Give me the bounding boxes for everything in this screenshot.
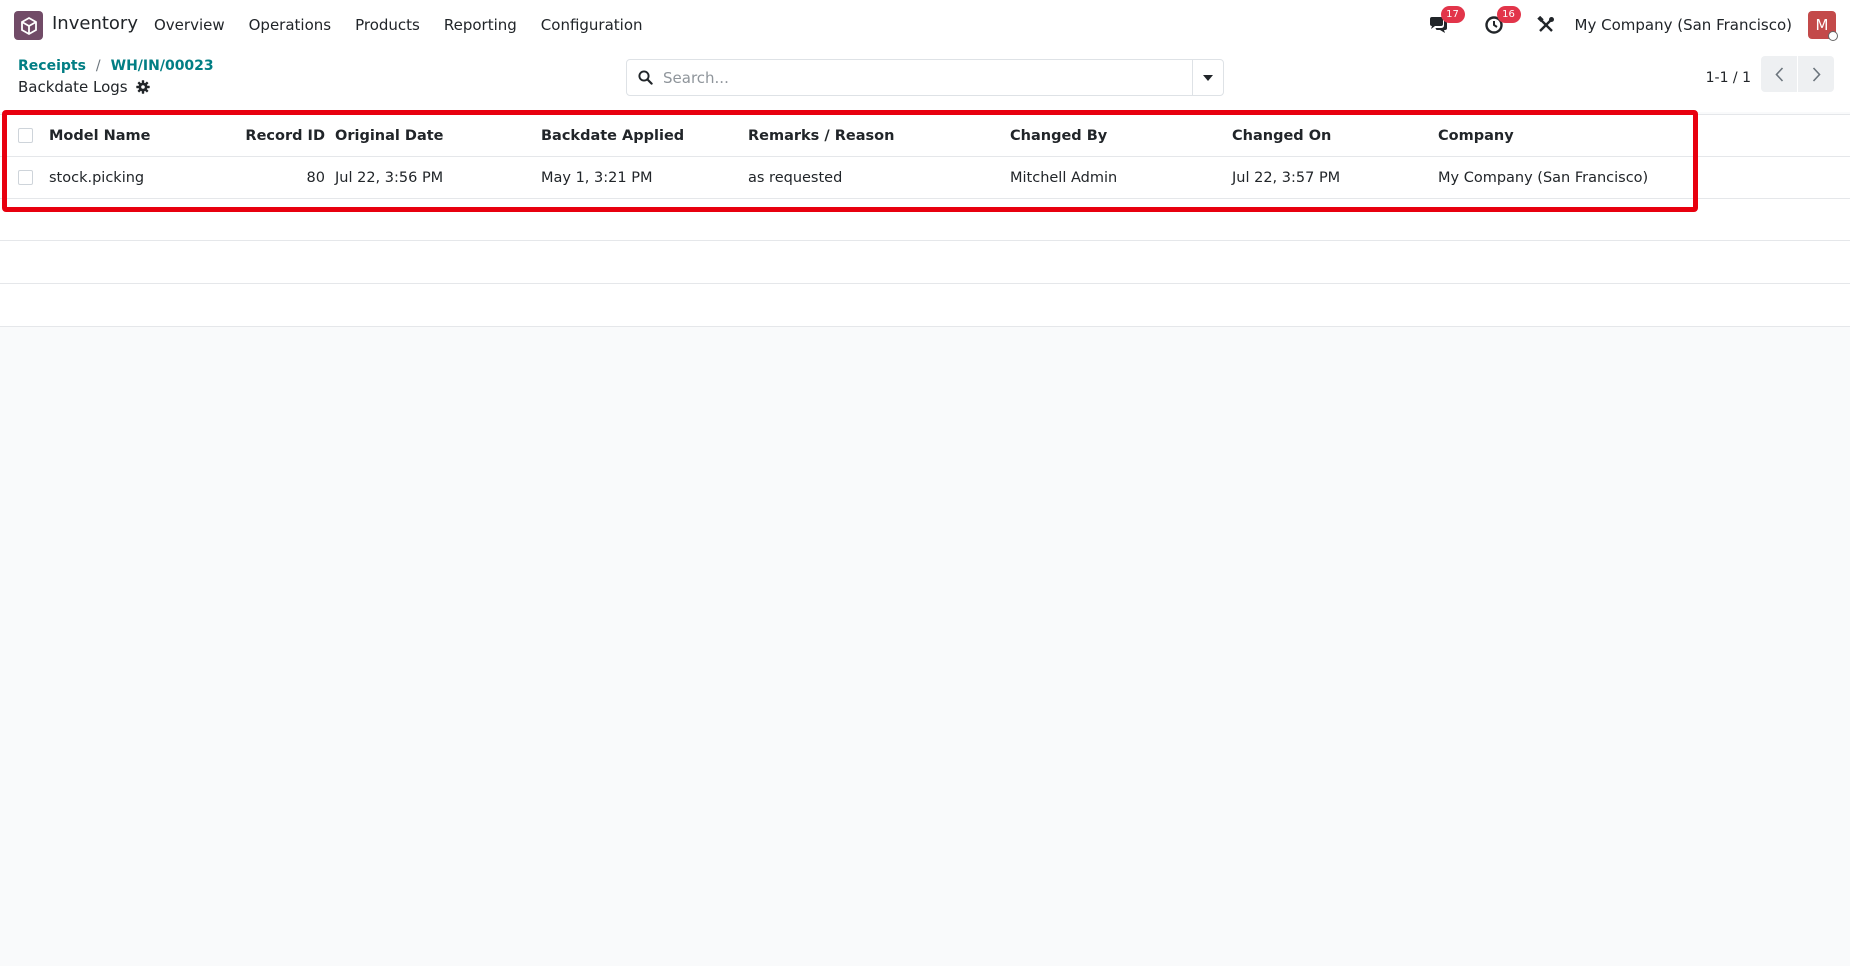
caret-down-icon — [1203, 74, 1213, 81]
select-all-cell — [18, 115, 33, 156]
select-all-checkbox[interactable] — [18, 128, 33, 143]
cell-changed-by: Mitchell Admin — [1010, 169, 1118, 186]
cell-model-name: stock.picking — [49, 169, 145, 186]
breadcrumb: Receipts / WH/IN/00023 — [18, 58, 214, 74]
menu-item-operations[interactable]: Operations — [249, 16, 331, 34]
cell-record-id: 80 — [306, 169, 325, 186]
empty-row — [0, 284, 1850, 327]
empty-row — [0, 199, 1850, 241]
debug-tools-tray[interactable] — [1535, 14, 1557, 36]
pager: 1-1 / 1 — [1706, 56, 1834, 92]
column-header-backdate-applied[interactable]: Backdate Applied — [541, 115, 684, 156]
systray: 17 16 My Company (San Francisco) M — [1427, 0, 1850, 50]
column-header-changed-by[interactable]: Changed By — [1010, 115, 1107, 156]
cell-backdate-applied: May 1, 3:21 PM — [541, 169, 653, 186]
pager-next-button[interactable] — [1798, 56, 1834, 92]
cell-remarks: as requested — [748, 169, 843, 186]
pager-value[interactable]: 1-1 / 1 — [1706, 70, 1751, 86]
pager-previous-button[interactable] — [1761, 56, 1797, 92]
activities-tray[interactable]: 16 — [1483, 6, 1521, 36]
search-options-toggle[interactable] — [1192, 60, 1223, 95]
menu-item-reporting[interactable]: Reporting — [444, 16, 517, 34]
menu-item-products[interactable]: Products — [355, 16, 420, 34]
avatar-initial: M — [1815, 16, 1829, 34]
search-icon — [627, 70, 663, 85]
cell-changed-on: Jul 22, 3:57 PM — [1232, 169, 1341, 186]
backdate-log-list: Model Name Record ID Original Date Backd… — [0, 114, 1850, 327]
page-title-text: Backdate Logs — [18, 78, 128, 96]
control-panel: Receipts / WH/IN/00023 Backdate Logs Sea… — [0, 50, 1850, 112]
tools-icon — [1536, 16, 1554, 32]
menu-item-overview[interactable]: Overview — [154, 16, 225, 34]
cell-original-date: Jul 22, 3:56 PM — [335, 169, 444, 186]
user-avatar[interactable]: M — [1808, 11, 1838, 41]
column-header-record-id[interactable]: Record ID — [200, 115, 325, 156]
messages-count-badge: 17 — [1440, 6, 1465, 23]
column-header-company[interactable]: Company — [1438, 115, 1514, 156]
search-input[interactable] — [663, 60, 1192, 95]
column-header-model-name[interactable]: Model Name — [49, 115, 151, 156]
gear-icon[interactable] — [135, 80, 150, 94]
menu-item-configuration[interactable]: Configuration — [541, 16, 643, 34]
activities-count-badge: 16 — [1496, 6, 1521, 23]
chevron-left-icon — [1774, 66, 1783, 82]
messages-tray[interactable]: 17 — [1427, 6, 1465, 36]
app-name[interactable]: Inventory — [52, 13, 138, 34]
company-switcher[interactable]: My Company (San Francisco) — [1575, 16, 1792, 34]
top-navbar: Inventory Overview Operations Products R… — [0, 0, 1850, 50]
breadcrumb-picking[interactable]: WH/IN/00023 — [111, 58, 214, 74]
presence-status-icon — [1828, 31, 1838, 41]
page-title: Backdate Logs — [18, 78, 150, 96]
main-menu: Overview Operations Products Reporting C… — [154, 0, 667, 50]
row-select-cell — [18, 157, 33, 198]
empty-row — [0, 241, 1850, 284]
cell-company: My Company (San Francisco) — [1438, 169, 1649, 186]
chevron-right-icon — [1812, 66, 1821, 82]
breadcrumb-receipts[interactable]: Receipts — [18, 58, 86, 74]
table-row[interactable]: stock.picking 80 Jul 22, 3:56 PM May 1, … — [0, 157, 1850, 199]
column-header-original-date[interactable]: Original Date — [335, 115, 444, 156]
breadcrumb-separator: / — [95, 58, 101, 74]
table-header: Model Name Record ID Original Date Backd… — [0, 114, 1850, 157]
column-header-remarks[interactable]: Remarks / Reason — [748, 115, 894, 156]
column-header-changed-on[interactable]: Changed On — [1232, 115, 1331, 156]
search-bar — [626, 59, 1224, 96]
inventory-app-icon[interactable] — [14, 11, 43, 40]
row-checkbox[interactable] — [18, 170, 33, 185]
